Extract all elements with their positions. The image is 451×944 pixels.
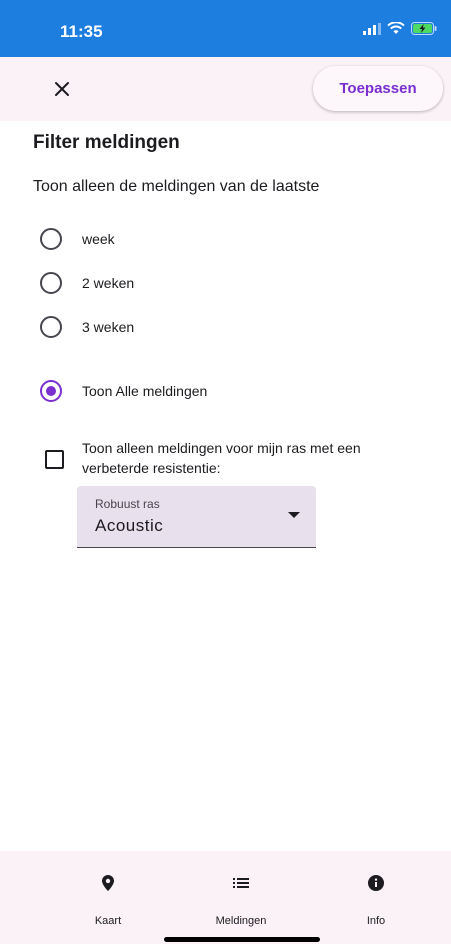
status-time: 11:35 xyxy=(60,22,103,41)
radio-label: 2 weken xyxy=(82,275,135,291)
close-button[interactable] xyxy=(46,73,78,105)
location-pin-icon xyxy=(102,873,114,893)
nav-item-meldingen[interactable]: Meldingen xyxy=(186,851,296,944)
radio-option-all[interactable]: Toon Alle meldingen xyxy=(40,377,207,405)
top-app-bar: Toepassen xyxy=(0,57,451,121)
dropdown-arrow-icon xyxy=(288,512,300,518)
nav-label: Kaart xyxy=(94,915,122,927)
dropdown-value: Acoustic xyxy=(95,516,164,535)
resistance-filter-row[interactable]: Toon alleen meldingen voor mijn ras met … xyxy=(45,438,422,478)
radio-option-3-weeks[interactable]: 3 weken xyxy=(40,313,134,341)
nav-item-kaart[interactable]: Kaart xyxy=(53,851,163,944)
resistance-checkbox[interactable] xyxy=(45,450,64,469)
radio-label: week xyxy=(82,231,115,247)
radio-button[interactable] xyxy=(40,272,62,294)
resistance-label: Toon alleen meldingen voor mijn ras met … xyxy=(82,440,361,476)
status-bar: 11:35 xyxy=(0,0,451,57)
wifi-icon xyxy=(387,22,405,34)
nav-label: Meldingen xyxy=(215,915,267,927)
variety-dropdown[interactable]: Robuust ras Acoustic xyxy=(77,486,316,548)
nav-label: Info xyxy=(366,915,386,927)
signal-icon xyxy=(363,22,381,35)
home-indicator xyxy=(164,937,320,942)
radio-button-selected[interactable] xyxy=(40,380,62,402)
bottom-navigation: Kaart Meldingen Info xyxy=(0,851,451,944)
page-title: Filter meldingen xyxy=(33,132,180,153)
radio-label: 3 weken xyxy=(82,319,135,335)
list-icon xyxy=(233,873,249,893)
close-icon xyxy=(55,82,69,96)
nav-item-info[interactable]: Info xyxy=(321,851,431,944)
filter-subtitle: Toon alleen de meldingen van de laatste xyxy=(33,178,320,195)
radio-button[interactable] xyxy=(40,228,62,250)
status-icons xyxy=(363,22,437,35)
info-icon xyxy=(368,873,384,893)
radio-option-2-weeks[interactable]: 2 weken xyxy=(40,269,134,297)
battery-charging-icon xyxy=(411,22,437,35)
radio-option-week[interactable]: week xyxy=(40,225,115,253)
radio-label: Toon Alle meldingen xyxy=(82,383,208,399)
dropdown-label: Robuust ras xyxy=(95,497,160,511)
radio-button[interactable] xyxy=(40,316,62,338)
apply-button[interactable]: Toepassen xyxy=(313,66,443,111)
